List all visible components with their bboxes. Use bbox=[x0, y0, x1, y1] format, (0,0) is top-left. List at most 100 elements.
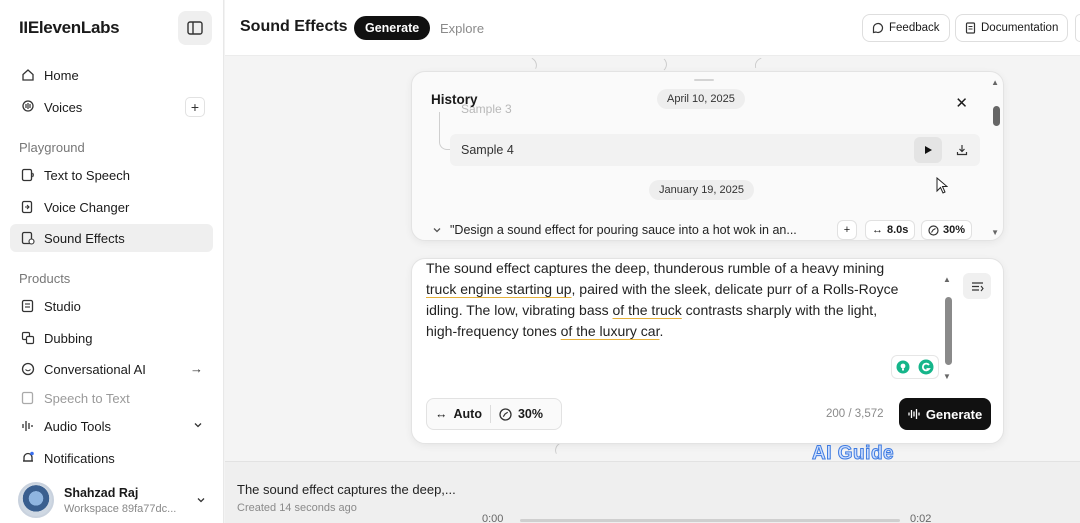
chevron-down-icon bbox=[433, 228, 441, 233]
drag-handle[interactable] bbox=[694, 79, 714, 81]
compass-icon bbox=[928, 224, 939, 236]
sidebar-item-label: Home bbox=[44, 67, 79, 83]
chat-bubble-icon bbox=[872, 22, 884, 34]
documentation-label: Documentation bbox=[981, 22, 1059, 34]
text-to-speech-icon bbox=[20, 168, 35, 183]
home-icon bbox=[20, 68, 35, 83]
format-button[interactable] bbox=[963, 273, 991, 299]
play-button[interactable] bbox=[914, 137, 942, 163]
text-format-icon bbox=[971, 281, 984, 291]
download-icon bbox=[956, 145, 968, 156]
arrows-horizontal-icon: ↔ bbox=[435, 407, 448, 421]
studio-icon bbox=[20, 299, 35, 314]
generate-button[interactable]: Generate bbox=[899, 398, 991, 430]
date-pill: January 19, 2025 bbox=[649, 180, 755, 200]
scroll-up-icon[interactable]: ▲ bbox=[991, 78, 999, 87]
feedback-label: Feedback bbox=[889, 22, 940, 34]
date-pill: April 10, 2025 bbox=[657, 89, 745, 109]
history-panel: Sample 3 History April 10, 2025 ✕ Sample… bbox=[411, 71, 1004, 241]
scroll-down-icon[interactable]: ▼ bbox=[991, 228, 999, 237]
prompt-line: The sound effect captures the deep, thun… bbox=[426, 260, 885, 276]
play-icon bbox=[925, 146, 932, 154]
arrows-horizontal-icon: ↔ bbox=[872, 224, 883, 236]
documentation-button[interactable]: Documentation bbox=[955, 14, 1069, 42]
character-count: 200 / 3,572 bbox=[826, 408, 884, 420]
history-item-label: Sample 4 bbox=[461, 143, 514, 157]
audio-tools-icon bbox=[20, 419, 35, 434]
sidebar-item-audio-tools[interactable]: Audio Tools bbox=[10, 412, 213, 440]
user-menu[interactable]: Shahzad Raj Workspace 89fa77dc... bbox=[18, 480, 214, 520]
sidebar-toggle-icon bbox=[187, 21, 203, 35]
sound-effects-icon bbox=[20, 231, 35, 246]
prompt-line-segment: of the luxury car bbox=[560, 323, 660, 339]
sidebar-item-label: Voice Changer bbox=[44, 199, 130, 215]
sidebar-item-label: Sound Effects bbox=[44, 230, 125, 246]
voice-changer-icon bbox=[20, 200, 35, 215]
add-voice-button[interactable]: + bbox=[185, 97, 205, 117]
progress-track[interactable] bbox=[520, 519, 900, 522]
document-icon bbox=[965, 22, 976, 34]
sidebar-item-label: Dubbing bbox=[44, 330, 93, 346]
prompt-line-segment: of the truck bbox=[612, 302, 682, 318]
history-item[interactable]: Sample 4 bbox=[450, 134, 980, 166]
dubbing-icon bbox=[20, 331, 35, 346]
tab-explore[interactable]: Explore bbox=[440, 21, 484, 36]
influence-chip: 30% bbox=[921, 220, 973, 240]
more-button[interactable] bbox=[1075, 14, 1080, 42]
scroll-down-icon[interactable]: ▼ bbox=[943, 372, 951, 381]
tab-generate[interactable]: Generate bbox=[354, 16, 431, 40]
watermark: AI Guide bbox=[811, 443, 895, 465]
add-button[interactable]: + bbox=[837, 220, 857, 240]
prompt-editor[interactable]: The sound effect captures the deep, thun… bbox=[411, 258, 1004, 444]
mouse-cursor-icon bbox=[936, 177, 948, 194]
history-prompt-text: "Design a sound effect for pouring sauce… bbox=[450, 223, 797, 237]
sidebar-item-sound-effects[interactable]: Sound Effects bbox=[10, 224, 213, 252]
duration-setting[interactable]: ↔ Auto bbox=[427, 407, 490, 421]
user-name: Shahzad Raj bbox=[64, 486, 139, 500]
compass-icon bbox=[499, 407, 512, 421]
influence-value: 30% bbox=[517, 407, 543, 421]
download-button[interactable] bbox=[950, 139, 974, 161]
player-subtitle: Created 14 seconds ago bbox=[237, 502, 357, 514]
prompt-scrollbar[interactable] bbox=[945, 297, 952, 365]
feedback-button[interactable]: Feedback bbox=[862, 14, 950, 42]
history-scrollbar[interactable] bbox=[993, 106, 1000, 126]
sidebar-item-dubbing[interactable]: Dubbing bbox=[10, 324, 213, 352]
speech-to-text-icon bbox=[20, 391, 35, 406]
conversational-ai-icon bbox=[20, 362, 35, 377]
history-title: History bbox=[431, 92, 478, 107]
background-decoration: ⌒ bbox=[653, 58, 668, 71]
influence-setting[interactable]: 30% bbox=[491, 407, 551, 421]
arrow-right-icon: → bbox=[190, 361, 203, 376]
writing-assistant-badge[interactable] bbox=[891, 355, 939, 379]
duration-mode-value: Auto bbox=[453, 407, 482, 421]
sidebar-item-label: Text to Speech bbox=[44, 167, 130, 183]
sidebar-item-voice-changer[interactable]: Voice Changer bbox=[10, 193, 213, 221]
chevron-down-icon bbox=[193, 418, 203, 433]
generation-settings: ↔ Auto 30% bbox=[426, 398, 562, 430]
sidebar-item-label: Voices bbox=[44, 99, 83, 115]
influence-value: 30% bbox=[943, 224, 966, 236]
bell-icon bbox=[20, 451, 35, 466]
brand-logo[interactable]: IIElevenLabs bbox=[19, 18, 120, 38]
scroll-up-icon[interactable]: ▲ bbox=[943, 275, 951, 284]
sidebar-item-label: Audio Tools bbox=[44, 418, 111, 434]
prompt-textarea[interactable]: The sound effect captures the deep, thun… bbox=[426, 260, 936, 342]
close-icon[interactable]: ✕ bbox=[955, 94, 968, 112]
prompt-line-segment: high-frequency tones bbox=[426, 323, 561, 339]
sidebar-item-label: Notifications bbox=[44, 450, 115, 466]
sidebar-item-notifications[interactable]: Notifications bbox=[10, 444, 213, 472]
prompt-line-segment: idling. The low, vibrating bass bbox=[426, 302, 613, 318]
sidebar-item-voices[interactable]: Voices + bbox=[10, 93, 213, 121]
avatar bbox=[18, 482, 54, 518]
sidebar-item-conversational-ai[interactable]: Conversational AI → bbox=[10, 355, 213, 383]
sidebar-item-studio[interactable]: Studio bbox=[10, 292, 213, 320]
collapse-sidebar-button[interactable] bbox=[178, 11, 212, 45]
sidebar-item-home[interactable]: Home bbox=[10, 61, 213, 89]
generate-label: Generate bbox=[925, 406, 983, 422]
sidebar-item-speech-to-text[interactable]: Speech to Text bbox=[10, 387, 213, 409]
time-total: 0:02 bbox=[910, 513, 932, 523]
prompt-line-segment: contrasts sharply with the light, bbox=[681, 302, 878, 318]
sidebar-item-label: Studio bbox=[44, 298, 81, 314]
sidebar-item-text-to-speech[interactable]: Text to Speech bbox=[10, 161, 213, 189]
